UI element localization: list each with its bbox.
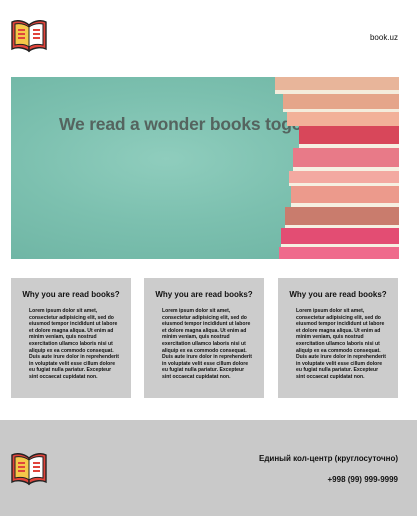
info-card: Why you are read books? Lorem ipsum dolo… [11,278,131,398]
info-card: Why you are read books? Lorem ipsum dolo… [278,278,398,398]
card-title: Why you are read books? [22,290,120,299]
card-title: Why you are read books? [289,290,387,299]
hero-banner: We read a wonder books together... [11,77,399,259]
card-text: Lorem ipsum dolor sit amet, consectetur … [29,308,120,380]
card-text: Lorem ipsum dolor sit amet, consectetur … [296,308,387,380]
site-link[interactable]: book.uz [370,33,398,42]
footer: Единый кол-центр (круглосуточно) +998 (9… [0,420,417,516]
open-book-icon[interactable] [10,449,48,487]
header: book.uz [0,0,417,70]
info-card: Why you are read books? Lorem ipsum dolo… [144,278,264,398]
call-center-label: Единый кол-центр (круглосуточно) [258,454,398,463]
open-book-icon[interactable] [10,16,48,54]
cards-section: Why you are read books? Lorem ipsum dolo… [11,278,399,398]
card-text: Lorem ipsum dolor sit amet, consectetur … [162,308,253,380]
book-stack-image [275,77,399,259]
card-title: Why you are read books? [155,290,253,299]
phone-number[interactable]: +998 (99) 999-9999 [328,475,399,484]
